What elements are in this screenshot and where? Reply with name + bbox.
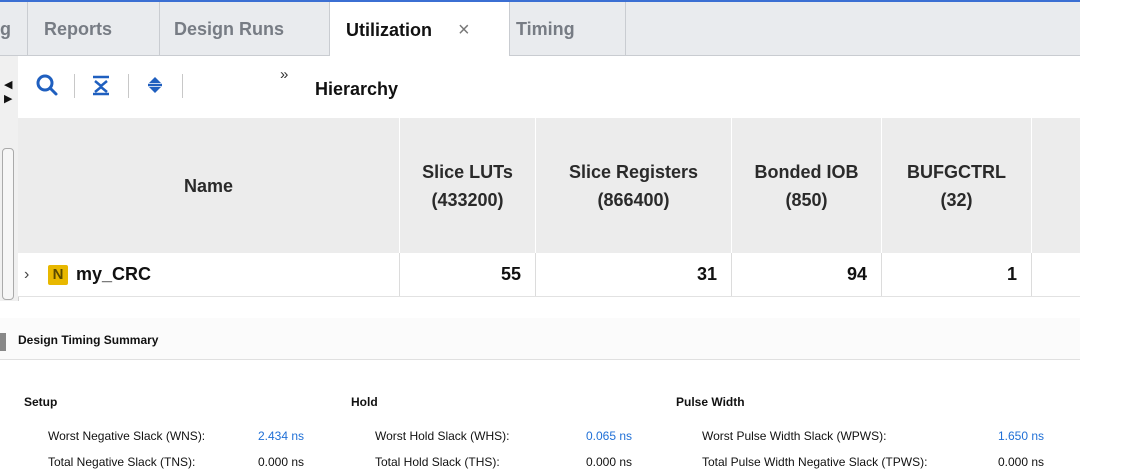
- left-panel-strip: ◀ ▶: [0, 56, 19, 301]
- column-header-label: BUFGCTRL: [907, 161, 1006, 182]
- column-header-bonded-iob[interactable]: Bonded IOB (850): [732, 118, 882, 253]
- cell-value: 55: [500, 264, 521, 284]
- tab-design-runs-label: Design Runs: [174, 18, 285, 39]
- collapse-all-icon[interactable]: [86, 70, 116, 100]
- column-header-sublabel: (850): [785, 189, 828, 210]
- cell-value: 1: [1006, 264, 1017, 284]
- hold-section-title: Hold: [351, 395, 378, 409]
- tab-timing[interactable]: Timing: [510, 2, 626, 56]
- toolbar-separator: [182, 74, 183, 98]
- column-header-name[interactable]: Name: [18, 118, 400, 253]
- column-header-label: Bonded IOB: [754, 161, 859, 182]
- timing-summary-header: Design Timing Summary: [0, 318, 1080, 360]
- whs-label: Worst Hold Slack (WHS):: [375, 429, 510, 443]
- tns-value: 0.000 ns: [258, 455, 305, 469]
- tab-timing-label: Timing: [516, 18, 575, 39]
- tab-reports[interactable]: Reports: [28, 2, 160, 56]
- wpws-label: Worst Pulse Width Slack (WPWS):: [702, 429, 887, 443]
- search-icon[interactable]: [32, 70, 62, 100]
- cell-value: 94: [846, 264, 867, 284]
- tab-utilization[interactable]: Utilization ×: [330, 2, 510, 58]
- wns-label: Worst Negative Slack (WNS):: [48, 429, 206, 443]
- toolbar-separator: [128, 74, 129, 98]
- tab-utilization-label: Utilization: [346, 19, 432, 40]
- tab-partial-label: g: [0, 18, 11, 39]
- cell-bonded-iob: 94: [732, 253, 882, 296]
- tns-label: Total Negative Slack (TNS):: [48, 455, 196, 469]
- hierarchy-toolbar: » Hierarchy: [18, 56, 1080, 119]
- column-header-label: Name: [183, 175, 234, 196]
- utilization-table: Name Slice LUTs (433200) Slice Registers…: [18, 118, 1080, 304]
- column-header-label: Slice LUTs: [422, 161, 513, 182]
- expand-all-icon[interactable]: [140, 70, 170, 100]
- wpws-value-link[interactable]: 1.650 ns: [998, 429, 1044, 443]
- cell-value: 31: [696, 264, 717, 284]
- close-icon[interactable]: ×: [458, 19, 470, 42]
- cell-name: › N my_CRC: [18, 253, 400, 296]
- ths-label: Total Hold Slack (THS):: [375, 455, 500, 469]
- column-header-sublabel: (32): [940, 189, 973, 210]
- column-header-sublabel: (433200): [431, 189, 504, 210]
- setup-section-title: Setup: [24, 395, 58, 409]
- pulse-width-section-title: Pulse Width: [676, 395, 745, 409]
- design-timing-summary: Design Timing Summary Setup Hold Pulse W…: [0, 318, 1080, 472]
- tab-bar: g Reports Design Runs Utilization × Timi…: [0, 0, 1080, 58]
- arrow-right-icon[interactable]: ▶: [4, 92, 12, 105]
- row-name: my_CRC: [76, 264, 152, 284]
- tab-reports-label: Reports: [44, 18, 113, 39]
- arrow-left-icon[interactable]: ◀: [4, 78, 12, 91]
- netlist-module-icon: N: [48, 264, 68, 285]
- column-header-label: Slice Registers: [568, 161, 699, 182]
- left-panel-scroll[interactable]: [2, 148, 14, 300]
- hierarchy-title: Hierarchy: [315, 79, 399, 99]
- expand-chevron-icon[interactable]: ›: [24, 266, 48, 284]
- table-row[interactable]: › N my_CRC 55 31 94 1: [18, 253, 1080, 297]
- tpws-label: Total Pulse Width Negative Slack (TPWS):: [702, 455, 928, 469]
- toolbar-separator: [74, 74, 75, 98]
- panel-marker: [0, 333, 6, 351]
- overflow-chevron-icon[interactable]: »: [280, 66, 288, 83]
- wns-value-link[interactable]: 2.434 ns: [258, 429, 304, 443]
- column-header-slice-registers[interactable]: Slice Registers (866400): [536, 118, 732, 253]
- ths-value: 0.000 ns: [586, 455, 633, 469]
- table-header: Name Slice LUTs (433200) Slice Registers…: [18, 118, 1080, 253]
- whs-value-link[interactable]: 0.065 ns: [586, 429, 632, 443]
- tpws-value: 0.000 ns: [998, 455, 1045, 469]
- cell-slice-registers: 31: [536, 253, 732, 296]
- tab-design-runs[interactable]: Design Runs: [160, 2, 330, 56]
- column-header-slice-luts[interactable]: Slice LUTs (433200): [400, 118, 536, 253]
- timing-summary-body: Setup Hold Pulse Width Worst Negative Sl…: [0, 360, 1080, 472]
- tab-partial[interactable]: g: [0, 2, 28, 56]
- column-header-bufgctrl[interactable]: BUFGCTRL (32): [882, 118, 1032, 253]
- column-header-filler: [1032, 118, 1080, 253]
- cell-bufgctrl: 1: [882, 253, 1032, 296]
- cell-slice-luts: 55: [400, 253, 536, 296]
- timing-summary-title: Design Timing Summary: [18, 333, 159, 347]
- column-header-sublabel: (866400): [597, 189, 670, 210]
